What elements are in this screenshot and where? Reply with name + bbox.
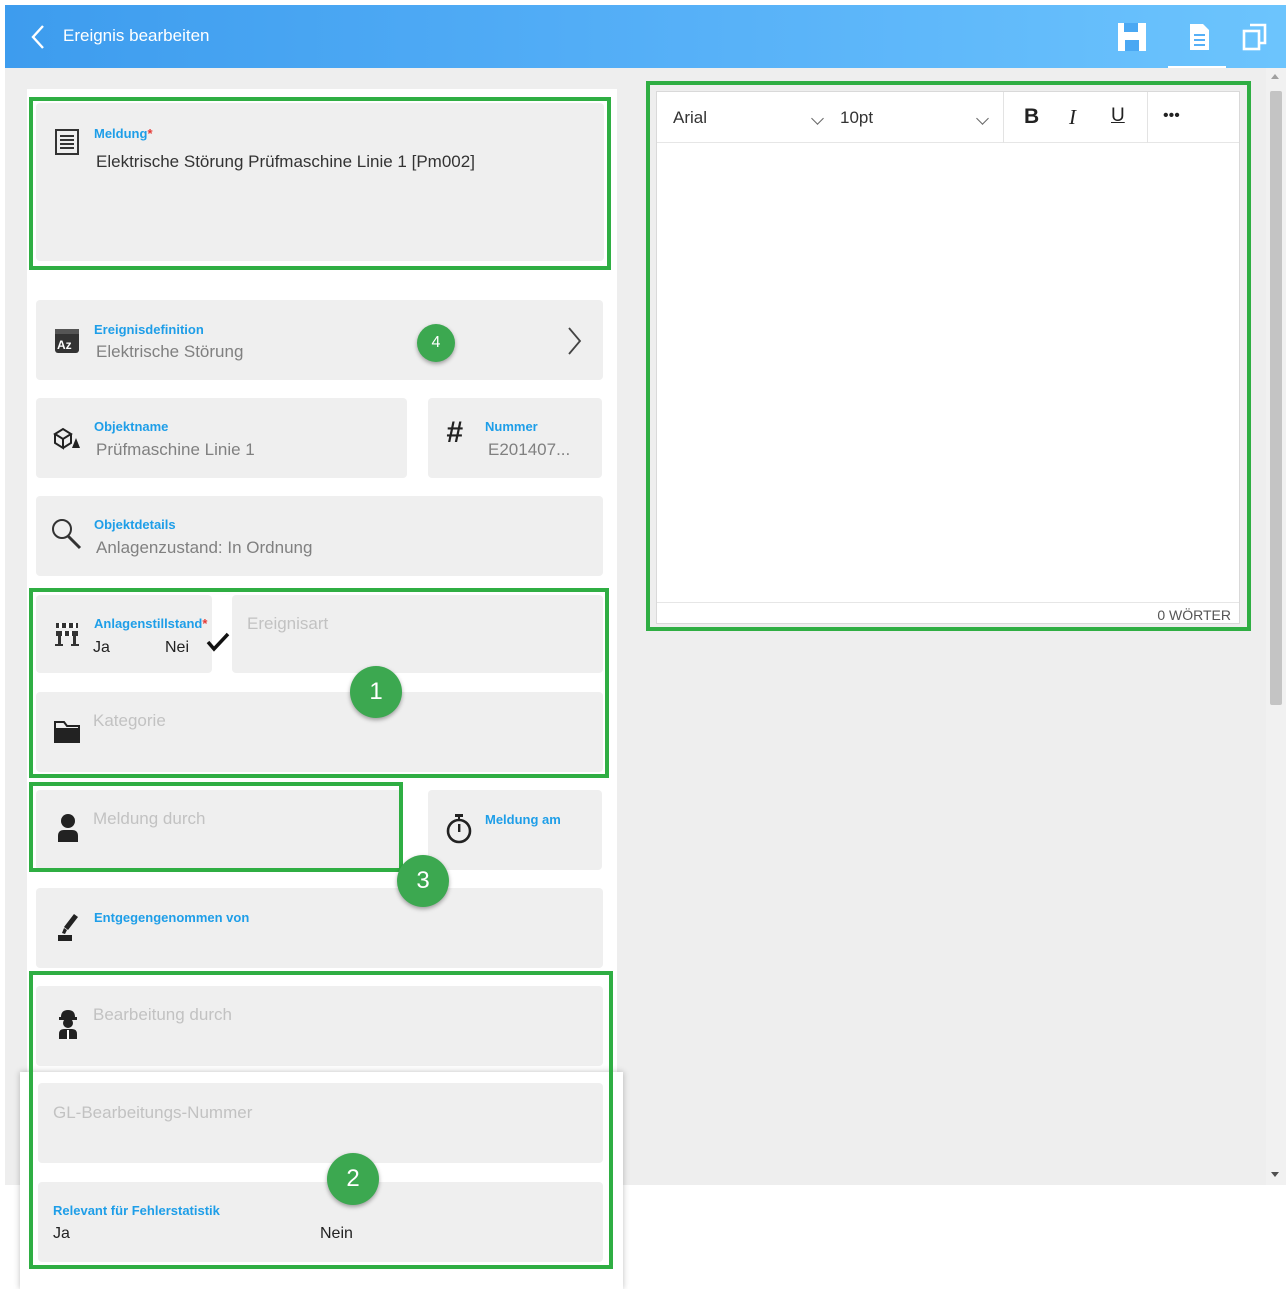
- nummer-label: Nummer: [485, 419, 538, 434]
- stopwatch-icon: [446, 814, 472, 844]
- entgegengenommen-field[interactable]: Entgegengenommen von: [36, 888, 603, 968]
- scrollbar[interactable]: [1266, 68, 1286, 1185]
- highlight-box-2: [29, 971, 613, 1269]
- objektdetails-field[interactable]: Objektdetails Anlagenzustand: In Ordnung: [36, 496, 603, 576]
- top-bar: Ereignis bearbeiten: [5, 5, 1286, 69]
- scroll-up-icon[interactable]: [1271, 74, 1279, 79]
- objektdetails-value: Anlagenzustand: In Ordnung: [96, 538, 313, 557]
- chevron-right-icon[interactable]: [566, 326, 582, 356]
- scrollbar-thumb[interactable]: [1270, 91, 1282, 705]
- save-icon[interactable]: [1117, 21, 1147, 53]
- back-icon[interactable]: [27, 23, 51, 51]
- objektname-label: Objektname: [94, 419, 169, 434]
- pen-icon: [58, 914, 78, 941]
- entgegengenommen-label: Entgegengenommen von: [94, 910, 250, 925]
- ereignisdefinition-label: Ereignisdefinition: [94, 322, 204, 337]
- objektname-value: Prüfmaschine Linie 1: [96, 440, 255, 459]
- svg-text:Az: Az: [57, 338, 72, 352]
- ereignisdefinition-value: Elektrische Störung: [96, 342, 244, 361]
- badge-4: 4: [417, 324, 455, 362]
- copy-icon[interactable]: [1240, 21, 1270, 53]
- objects-icon: [53, 427, 80, 450]
- highlight-box-3: [29, 782, 403, 872]
- document-icon[interactable]: [1184, 21, 1214, 53]
- ereignisdefinition-field[interactable]: Az Ereignisdefinition Elektrische Störun…: [36, 300, 603, 380]
- badge-2: 2: [327, 1153, 379, 1205]
- search-icon: [52, 519, 82, 550]
- nummer-value: E201407...: [488, 440, 571, 459]
- highlight-box-editor: [646, 81, 1251, 631]
- scroll-down-icon[interactable]: [1271, 1172, 1279, 1177]
- badge-3: 3: [397, 855, 449, 907]
- highlight-box-1: [29, 588, 609, 778]
- dictionary-icon: Az: [55, 329, 79, 353]
- meldung-am-label: Meldung am: [485, 812, 561, 827]
- nummer-field[interactable]: # Nummer E201407...: [428, 398, 602, 478]
- app: Ereignis bearbeiten Arial 10pt B I U •••…: [0, 0, 1286, 1289]
- objektname-field[interactable]: Objektname Prüfmaschine Linie 1: [36, 398, 407, 478]
- objektdetails-label: Objektdetails: [94, 517, 176, 532]
- badge-1: 1: [350, 666, 402, 718]
- meldung-am-field[interactable]: Meldung am: [428, 790, 602, 870]
- highlight-box-meldung: [29, 97, 611, 270]
- hash-icon: #: [446, 416, 463, 449]
- page-title: Ereignis bearbeiten: [63, 26, 210, 45]
